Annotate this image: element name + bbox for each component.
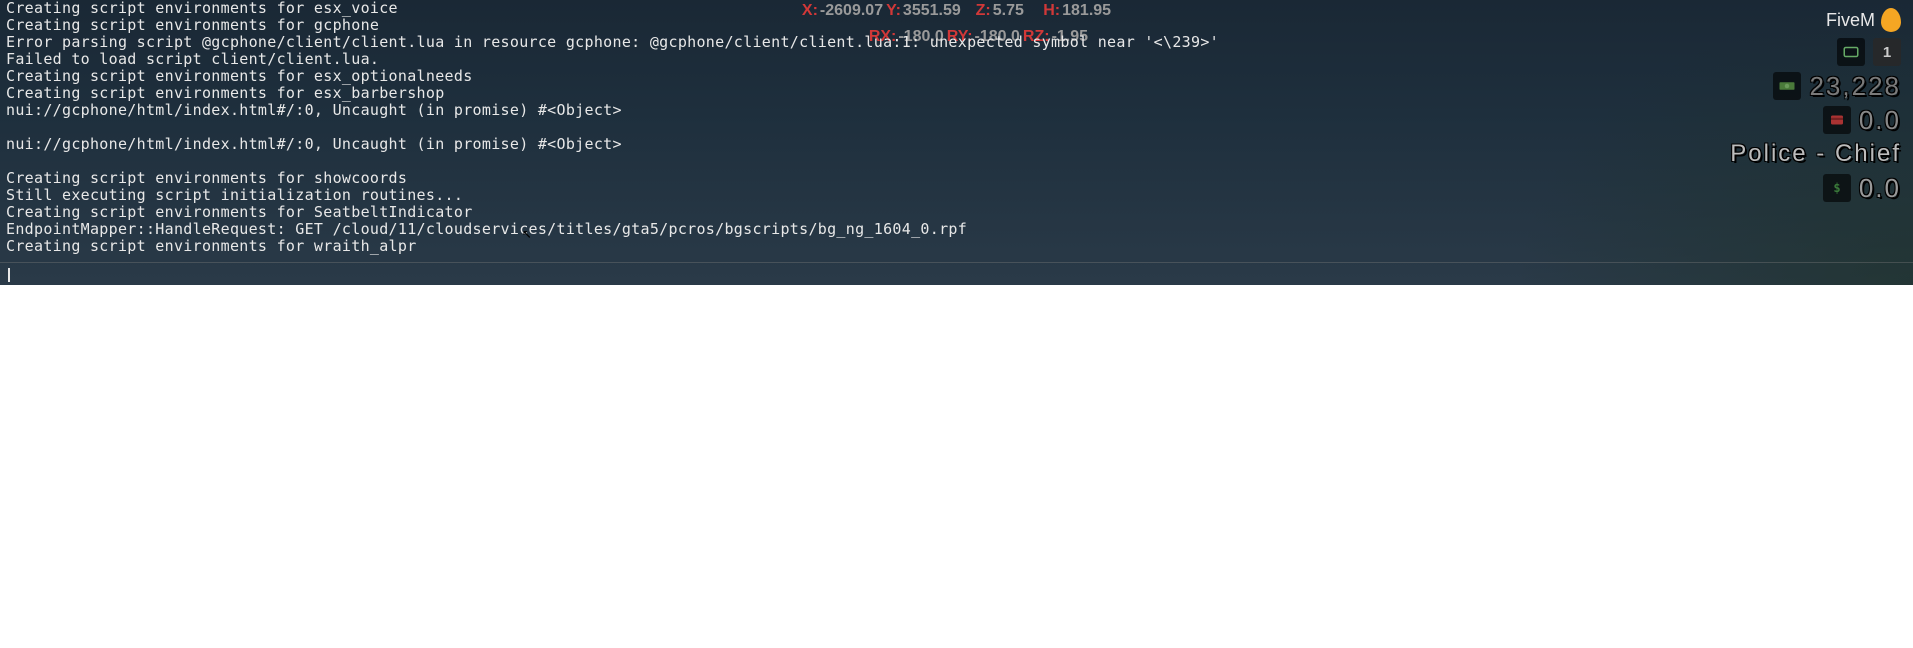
console-line: Error parsing script @gcphone/client/cli… bbox=[0, 34, 1913, 51]
console-divider bbox=[0, 262, 1913, 263]
console-line: Creating script environments for esx_opt… bbox=[0, 68, 1913, 85]
hud-blackmoney-row: $ 0.0 bbox=[1823, 174, 1901, 202]
console-line bbox=[0, 153, 1913, 170]
console-line: Creating script environments for Seatbel… bbox=[0, 204, 1913, 221]
console-line: nui://gcphone/html/index.html#/:0, Uncau… bbox=[0, 136, 1913, 153]
hud-bank-value: 0.0 bbox=[1859, 107, 1901, 133]
console-line: Creating script environments for esx_voi… bbox=[0, 0, 1913, 17]
hud-job-label: Police - Chief bbox=[1730, 142, 1901, 166]
game-viewport: X:-2609.07 Y:3551.59 Z:5.75 H:181.95 RX:… bbox=[0, 0, 1913, 285]
id-icon bbox=[1837, 38, 1865, 66]
cash-icon bbox=[1773, 72, 1801, 100]
console-line: Creating script environments for wraith_… bbox=[0, 238, 1913, 255]
hud-id-row: 1 bbox=[1837, 38, 1901, 66]
console-line: Creating script environments for showcoo… bbox=[0, 170, 1913, 187]
hud-blackmoney-value: 0.0 bbox=[1859, 175, 1901, 201]
console-line bbox=[0, 119, 1913, 136]
hud-id-value: 1 bbox=[1873, 38, 1901, 66]
hud-panel: 1 23,228 0.0 Police - Chief $ 0.0 bbox=[1730, 38, 1901, 202]
svg-text:$: $ bbox=[1833, 181, 1840, 195]
console-line: Creating script environments for gcphone bbox=[0, 17, 1913, 34]
input-caret bbox=[8, 268, 10, 282]
bank-icon bbox=[1823, 106, 1851, 134]
console-line: Still executing script initialization ro… bbox=[0, 187, 1913, 204]
snail-icon bbox=[1881, 8, 1901, 32]
console-input[interactable] bbox=[0, 266, 1913, 284]
console-output[interactable]: Creating script environments for esx_voi… bbox=[0, 0, 1913, 260]
blackmoney-icon: $ bbox=[1823, 174, 1851, 202]
hud-cash-row: 23,228 bbox=[1773, 72, 1901, 100]
hud-cash-value: 23,228 bbox=[1809, 73, 1901, 99]
console-line: EndpointMapper::HandleRequest: GET /clou… bbox=[0, 221, 1913, 238]
console-line: Failed to load script client/client.lua. bbox=[0, 51, 1913, 68]
console-line: Creating script environments for esx_bar… bbox=[0, 85, 1913, 102]
hud-bank-row: 0.0 bbox=[1823, 106, 1901, 134]
brand-label: FiveM bbox=[1826, 10, 1875, 31]
console-line: nui://gcphone/html/index.html#/:0, Uncau… bbox=[0, 102, 1913, 119]
brand: FiveM bbox=[1826, 8, 1901, 32]
